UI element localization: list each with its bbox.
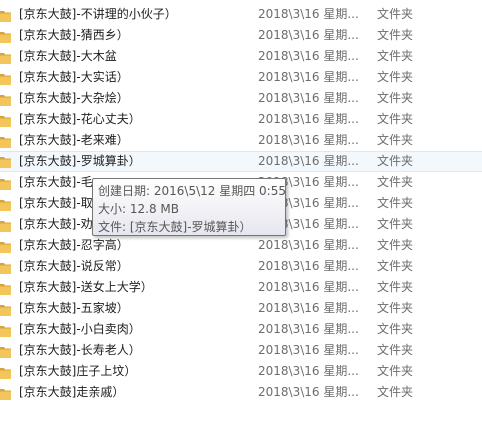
file-name[interactable]: [京东大鼓]走亲戚）	[19, 382, 124, 403]
file-row[interactable]: [京东大鼓]庄子上坟） 2018\3\16 星期... 文件夹	[0, 361, 482, 382]
file-type: 文件夹	[377, 91, 414, 105]
file-row[interactable]: [京东大鼓]-花心丈夫） 2018\3\16 星期... 文件夹	[0, 109, 482, 130]
file-name[interactable]: [京东大鼓]-五家坡）	[19, 298, 129, 319]
file-name[interactable]: [京东大鼓]-大木盆	[19, 46, 117, 67]
folder-icon	[0, 113, 11, 127]
file-date: 2018\3\16 星期...	[258, 280, 359, 294]
folder-icon	[0, 71, 11, 85]
file-date: 2018\3\16 星期...	[258, 49, 359, 63]
file-name[interactable]: [京东大鼓]-小白卖肉）	[19, 319, 141, 340]
file-date: 2018\3\16 星期...	[258, 385, 359, 399]
file-date: 2018\3\16 星期...	[258, 7, 359, 21]
file-date: 2018\3\16 星期...	[258, 133, 359, 147]
file-info-tooltip: 创建日期: 2016\5\12 星期四 0:55 大小: 12.8 MB 文件:…	[92, 178, 286, 236]
folder-icon	[0, 197, 11, 211]
file-row[interactable]: [京东大鼓]-说反常） 2018\3\16 星期... 文件夹	[0, 256, 482, 277]
folder-icon	[0, 155, 11, 168]
file-name[interactable]: [京东大鼓]-不讲理的小伙子）	[19, 4, 177, 25]
file-row[interactable]: [京东大鼓]-大实话） 2018\3\16 星期... 文件夹	[0, 67, 482, 88]
file-name[interactable]: [京东大鼓]-长寿老人）	[19, 340, 141, 361]
folder-icon	[0, 323, 11, 337]
tooltip-size: 大小: 12.8 MB	[98, 202, 179, 216]
folder-icon	[0, 8, 11, 22]
file-name[interactable]: [京东大鼓]-忍字高）	[19, 235, 129, 256]
file-type: 文件夹	[377, 343, 414, 357]
file-name[interactable]: [京东大鼓]-毛	[19, 172, 93, 193]
file-type: 文件夹	[377, 322, 414, 336]
file-name[interactable]: [京东大鼓]-送女上大学）	[19, 277, 153, 298]
file-type: 文件夹	[377, 196, 414, 210]
folder-icon	[0, 344, 11, 358]
file-name[interactable]: [京东大鼓]-大实话）	[19, 67, 129, 88]
file-name[interactable]: [京东大鼓]-花心丈夫）	[19, 109, 141, 130]
file-type: 文件夹	[377, 217, 414, 231]
folder-icon	[0, 386, 11, 400]
folder-icon	[0, 302, 11, 316]
file-type: 文件夹	[377, 154, 414, 168]
file-type: 文件夹	[377, 175, 414, 189]
file-date: 2018\3\16 星期...	[258, 301, 359, 315]
file-row[interactable]: [京东大鼓]-大木盆 2018\3\16 星期... 文件夹	[0, 46, 482, 67]
folder-icon	[0, 260, 11, 274]
file-type: 文件夹	[377, 301, 414, 315]
folder-icon	[0, 218, 11, 232]
file-name[interactable]: [京东大鼓]-说反常）	[19, 256, 129, 277]
file-date: 2018\3\16 星期...	[258, 364, 359, 378]
folder-icon	[0, 92, 11, 106]
file-type: 文件夹	[377, 280, 414, 294]
file-row[interactable]: [京东大鼓]-猜西乡） 2018\3\16 星期... 文件夹	[0, 25, 482, 46]
folder-icon	[0, 239, 11, 253]
file-row[interactable]: [京东大鼓]-忍字高） 2018\3\16 星期... 文件夹	[0, 235, 482, 256]
file-type: 文件夹	[377, 133, 414, 147]
folder-icon	[0, 29, 11, 43]
file-name[interactable]: [京东大鼓]庄子上坟）	[19, 361, 136, 382]
folder-icon	[0, 50, 11, 64]
file-date: 2018\3\16 星期...	[258, 91, 359, 105]
file-row[interactable]: [京东大鼓]-大杂烩） 2018\3\16 星期... 文件夹	[0, 88, 482, 109]
file-name[interactable]: [京东大鼓]-猜西乡）	[19, 25, 129, 46]
file-date: 2018\3\16 星期...	[258, 154, 359, 168]
folder-icon	[0, 176, 11, 190]
tooltip-created-date: 创建日期: 2016\5\12 星期四 0:55	[98, 184, 286, 198]
folder-icon	[0, 134, 11, 148]
file-type: 文件夹	[377, 49, 414, 63]
file-row[interactable]: [京东大鼓]-小白卖肉） 2018\3\16 星期... 文件夹	[0, 319, 482, 340]
file-row[interactable]: [京东大鼓]-不讲理的小伙子） 2018\3\16 星期... 文件夹	[0, 4, 482, 25]
file-type: 文件夹	[377, 238, 414, 252]
file-name[interactable]: [京东大鼓]-老来难）	[19, 130, 129, 151]
file-name[interactable]: [京东大鼓]-罗城算卦）	[19, 152, 141, 171]
folder-icon	[0, 365, 11, 379]
file-date: 2018\3\16 星期...	[258, 322, 359, 336]
file-row[interactable]: [京东大鼓]-长寿老人） 2018\3\16 星期... 文件夹	[0, 340, 482, 361]
file-type: 文件夹	[377, 364, 414, 378]
file-date: 2018\3\16 星期...	[258, 343, 359, 357]
file-type: 文件夹	[377, 385, 414, 399]
file-date: 2018\3\16 星期...	[258, 28, 359, 42]
file-row[interactable]: [京东大鼓]-送女上大学） 2018\3\16 星期... 文件夹	[0, 277, 482, 298]
file-date: 2018\3\16 星期...	[258, 259, 359, 273]
file-name[interactable]: [京东大鼓]-大杂烩）	[19, 88, 129, 109]
file-row[interactable]: [京东大鼓]-罗城算卦） 2018\3\16 星期... 文件夹	[0, 151, 482, 172]
file-date: 2018\3\16 星期...	[258, 112, 359, 126]
file-row[interactable]: [京东大鼓]走亲戚） 2018\3\16 星期... 文件夹	[0, 382, 482, 403]
file-row[interactable]: [京东大鼓]-五家坡） 2018\3\16 星期... 文件夹	[0, 298, 482, 319]
file-row[interactable]: [京东大鼓]-老来难） 2018\3\16 星期... 文件夹	[0, 130, 482, 151]
file-type: 文件夹	[377, 7, 414, 21]
file-type: 文件夹	[377, 112, 414, 126]
file-date: 2018\3\16 星期...	[258, 238, 359, 252]
file-type: 文件夹	[377, 70, 414, 84]
tooltip-files: 文件: [京东大鼓]-罗城算卦）	[98, 220, 252, 234]
file-date: 2018\3\16 星期...	[258, 70, 359, 84]
file-name[interactable]: [京东大鼓]-取	[19, 193, 93, 214]
folder-icon	[0, 281, 11, 295]
file-type: 文件夹	[377, 259, 414, 273]
file-type: 文件夹	[377, 28, 414, 42]
